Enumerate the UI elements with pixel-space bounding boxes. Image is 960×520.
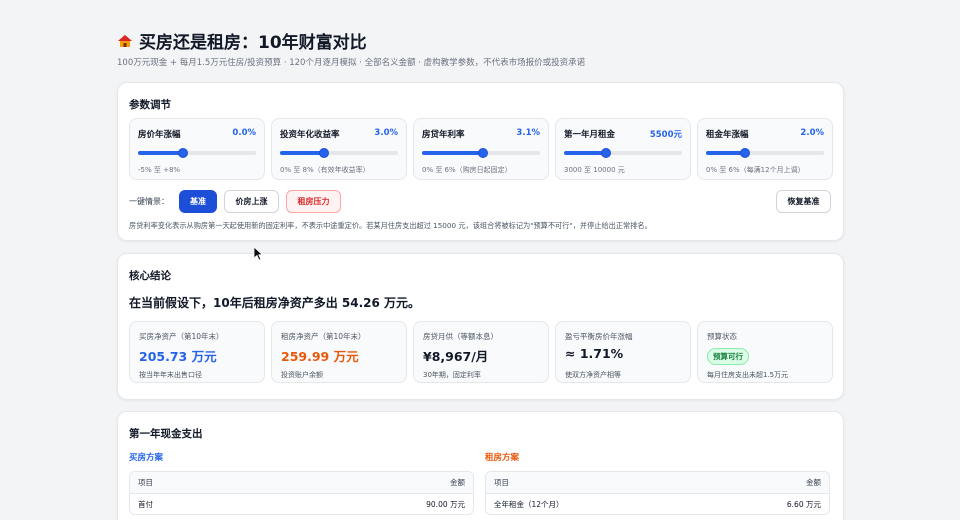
table-row: 全年租金（12个月） 6.60 万元 xyxy=(486,493,829,514)
slider-label: 房贷年利率 xyxy=(422,130,465,140)
buy-plan-table: 项目 金额 首付 90.00 万元 xyxy=(129,471,474,515)
metric-label: 租房净资产（第10年末） xyxy=(281,332,366,341)
core-card: 核心结论 在当前假设下，10年后租房净资产多出 54.26 万元。 买房净资产（… xyxy=(117,253,844,400)
row-item: 首付 xyxy=(138,499,153,509)
slider-track[interactable] xyxy=(422,148,540,158)
metric-sub: 每月住房支出未超1.5万元 xyxy=(707,371,789,379)
slider-thumb[interactable] xyxy=(478,148,488,158)
slider-thumb[interactable] xyxy=(178,148,189,158)
metric-sub: 按当年年末出售口径 xyxy=(139,371,202,379)
table-header: 项目 金额 xyxy=(130,472,473,493)
slider-track[interactable] xyxy=(138,148,256,158)
table-row: 首付 90.00 万元 xyxy=(130,493,473,514)
metric-buy-networth: 买房净资产（第10年末） 205.73 万元 按当年年末出售口径 xyxy=(129,321,265,383)
metric-value: 259.99 万元 xyxy=(281,349,359,364)
status-badge: 预算可行 xyxy=(707,348,749,365)
slider-investment-return: 投资年化收益率 3.0% 0% 至 8%（有效年收益率） xyxy=(271,118,407,180)
slider-rent-growth: 租金年涨幅 2.0% 0% 至 6%（每满12个月上调） xyxy=(697,118,833,180)
preset-price-up-button[interactable]: 价房上涨 xyxy=(224,190,279,213)
slider-value: 0.0% xyxy=(232,128,256,138)
column-header-item: 项目 xyxy=(138,478,153,487)
metric-sub: 30年期，固定利率 xyxy=(423,371,481,379)
params-card: 参数调节 房价年涨幅 0.0% -5% 至 +8% 投资年化收益率 3.0% 0… xyxy=(117,82,844,241)
metric-sub: 使双方净资产相等 xyxy=(565,371,621,379)
slider-fill xyxy=(422,151,483,155)
preset-rent-pressure-button[interactable]: 租房压力 xyxy=(286,190,341,213)
row-item: 全年租金（12个月） xyxy=(494,499,564,509)
slider-hint: 0% 至 6%（购房日起固定） xyxy=(422,166,512,174)
row-amount: 90.00 万元 xyxy=(426,499,465,509)
cash-title: 第一年现金支出 xyxy=(129,428,203,440)
slider-label: 投资年化收益率 xyxy=(280,130,340,140)
slider-thumb[interactable] xyxy=(319,148,330,158)
rent-plan-table: 项目 金额 全年租金（12个月） 6.60 万元 xyxy=(485,471,830,515)
preset-base-button[interactable]: 基准 xyxy=(179,190,217,213)
metric-label: 预算状态 xyxy=(707,332,737,341)
mouse-cursor-icon xyxy=(254,247,264,261)
buy-plan-title: 买房方案 xyxy=(129,453,164,463)
column-header-amount: 金额 xyxy=(806,478,821,487)
metric-value: 205.73 万元 xyxy=(139,349,217,364)
core-title: 核心结论 xyxy=(129,270,171,282)
slider-hint: 0% 至 8%（有效年收益率） xyxy=(280,166,370,174)
row-amount: 6.60 万元 xyxy=(786,499,821,509)
slider-value: 3.1% xyxy=(516,128,540,138)
metric-monthly-payment: 房贷月供（等额本息） ¥8,967/月 30年期，固定利率 xyxy=(413,321,549,383)
reset-button[interactable]: 恢复基准 xyxy=(776,190,831,213)
params-note: 房贷利率变化表示从购房第一天起使用新的固定利率，不表示中途重定价。若某月住房支出… xyxy=(129,221,652,230)
metric-rent-networth: 租房净资产（第10年末） 259.99 万元 投资账户余额 xyxy=(271,321,407,383)
slider-track[interactable] xyxy=(706,148,824,158)
slider-label: 租金年涨幅 xyxy=(706,130,749,140)
core-headline: 在当前假设下，10年后租房净资产多出 54.26 万元。 xyxy=(129,296,421,310)
slider-track[interactable] xyxy=(280,148,398,158)
preset-label: 一键情景： xyxy=(129,197,169,206)
slider-label: 第一年月租金 xyxy=(564,130,616,140)
slider-thumb[interactable] xyxy=(740,148,751,158)
page-subtitle: 100万元现金 + 每月1.5万元住房/投资预算 · 120个月逐月模拟 · 全… xyxy=(117,58,586,68)
slider-hint: 3000 至 10000 元 xyxy=(564,166,625,174)
metric-value: ¥8,967/月 xyxy=(423,349,489,364)
slider-value: 5500元 xyxy=(649,130,682,140)
cash-card: 第一年现金支出 买房方案 租房方案 项目 金额 首付 90.00 万元 项目 金… xyxy=(117,411,844,520)
column-header-item: 项目 xyxy=(494,478,509,487)
rent-plan-title: 租房方案 xyxy=(485,453,520,463)
slider-first-year-rent: 第一年月租金 5500元 3000 至 10000 元 xyxy=(555,118,691,180)
metric-label: 买房净资产（第10年末） xyxy=(139,332,224,341)
params-title: 参数调节 xyxy=(129,99,171,111)
slider-fill xyxy=(138,151,184,155)
metric-breakeven-growth: 盈亏平衡房价年涨幅 ≈ 1.71% 使双方净资产相等 xyxy=(555,321,691,383)
slider-fill xyxy=(280,151,325,155)
slider-hint: -5% 至 +8% xyxy=(138,166,181,174)
slider-price-growth: 房价年涨幅 0.0% -5% 至 +8% xyxy=(129,118,265,180)
metric-budget-status: 预算状态 预算可行 每月住房支出未超1.5万元 xyxy=(697,321,833,383)
slider-mortgage-rate: 房贷年利率 3.1% 0% 至 6%（购房日起固定） xyxy=(413,118,549,180)
slider-thumb[interactable] xyxy=(601,148,612,158)
metric-value: ≈ 1.71% xyxy=(565,346,624,361)
slider-label: 房价年涨幅 xyxy=(138,130,181,140)
house-icon xyxy=(117,33,135,53)
slider-hint: 0% 至 6%（每满12个月上调） xyxy=(706,166,805,174)
slider-track[interactable] xyxy=(564,148,682,158)
metric-label: 盈亏平衡房价年涨幅 xyxy=(565,332,633,341)
table-header: 项目 金额 xyxy=(486,472,829,493)
slider-value: 3.0% xyxy=(374,128,398,138)
page-title: 买房还是租房：10年财富对比 xyxy=(117,28,367,53)
page-title-text: 买房还是租房：10年财富对比 xyxy=(139,33,367,53)
column-header-amount: 金额 xyxy=(450,478,465,487)
slider-value: 2.0% xyxy=(800,128,824,138)
metric-sub: 投资账户余额 xyxy=(281,371,323,379)
slider-fill xyxy=(564,151,607,155)
metric-label: 房贷月供（等额本息） xyxy=(423,332,498,341)
